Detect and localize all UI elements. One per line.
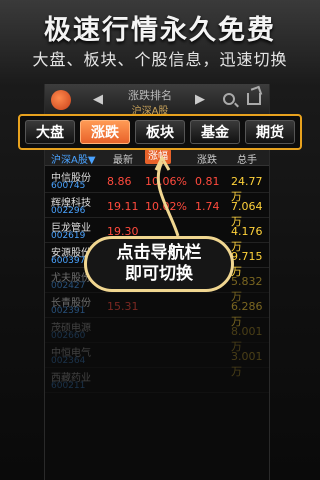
callout-line-2: 即可切换 — [125, 264, 193, 284]
callout-line-1: 点击导航栏 — [116, 243, 202, 263]
callout-bubble: 点击导航栏 即可切换 — [84, 236, 234, 292]
